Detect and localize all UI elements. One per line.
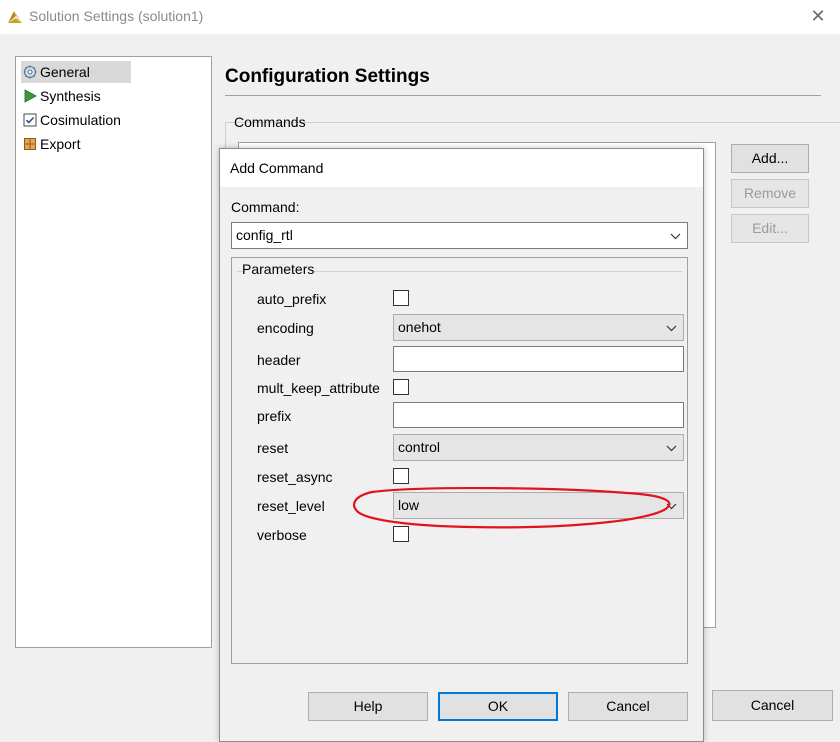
ok-button[interactable]: OK [438,692,558,721]
remove-command-button[interactable]: Remove [731,179,809,208]
encoding-select[interactable]: onehot [393,314,684,341]
settings-cancel-button[interactable]: Cancel [712,690,833,721]
command-select-value: config_rtl [236,227,293,243]
parameters-group-label: Parameters [242,261,315,277]
dialog-cancel-button[interactable]: Cancel [568,692,688,721]
param-label-reset: reset [257,440,289,456]
chevron-down-icon [666,503,677,510]
param-label-reset-async: reset_async [257,469,333,485]
mult-keep-attribute-checkbox[interactable] [393,379,409,395]
help-button[interactable]: Help [308,692,428,721]
param-label-mult-keep-attribute: mult_keep_attribute [257,380,380,396]
title-divider [225,95,821,96]
add-command-button[interactable]: Add... [731,144,809,173]
close-icon: ✕ [810,6,826,26]
chevron-down-icon [666,325,677,332]
tree-item-label: Synthesis [40,88,101,104]
verbose-checkbox[interactable] [393,526,409,542]
reset-async-checkbox[interactable] [393,468,409,484]
prefix-input[interactable] [393,402,684,428]
play-triangle-icon [24,89,37,103]
tree-item-general[interactable]: General [21,61,131,83]
tree-item-export[interactable]: Export [21,133,84,155]
parameters-group: Parameters auto_prefix encoding onehot h… [231,257,688,664]
dialog-title: Add Command [230,160,324,176]
tree-item-label: Export [40,136,81,152]
command-label: Command: [231,199,300,215]
tree-item-cosimulation[interactable]: Cosimulation [21,109,125,131]
param-label-prefix: prefix [257,408,292,424]
close-window-button[interactable]: ✕ [800,2,836,30]
param-label-header: header [257,352,301,368]
param-label-encoding: encoding [257,320,314,336]
param-label-verbose: verbose [257,527,307,543]
reset-level-select[interactable]: low [393,492,684,519]
tree-item-synthesis[interactable]: Synthesis [21,85,105,107]
chevron-down-icon [670,233,681,240]
reset-level-select-value: low [398,497,420,513]
auto-prefix-checkbox[interactable] [393,290,409,306]
window-title: Solution Settings (solution1) [29,8,204,24]
package-icon [24,138,36,151]
param-label-reset-level: reset_level [257,498,325,514]
window-titlebar: Solution Settings (solution1) ✕ [0,0,840,34]
commands-group-label: Commands [234,114,306,130]
checkbox-icon [23,113,37,127]
param-label-auto-prefix: auto_prefix [257,291,327,307]
reset-select-value: control [398,439,441,455]
chevron-down-icon [666,445,677,452]
edit-command-button[interactable]: Edit... [731,214,809,243]
command-select[interactable]: config_rtl [231,222,688,249]
encoding-select-value: onehot [398,319,441,335]
settings-category-tree: General Synthesis Cosimulation Export [15,56,212,648]
dialog-titlebar: Add Command [220,149,703,187]
page-title: Configuration Settings [225,66,430,87]
add-command-dialog: Add Command Command: config_rtl Paramete… [219,148,704,742]
tree-item-label: General [40,64,90,80]
gear-icon [23,65,37,79]
reset-select[interactable]: control [393,434,684,461]
app-logo-icon [8,11,22,23]
tree-item-label: Cosimulation [40,112,121,128]
header-input[interactable] [393,346,684,372]
